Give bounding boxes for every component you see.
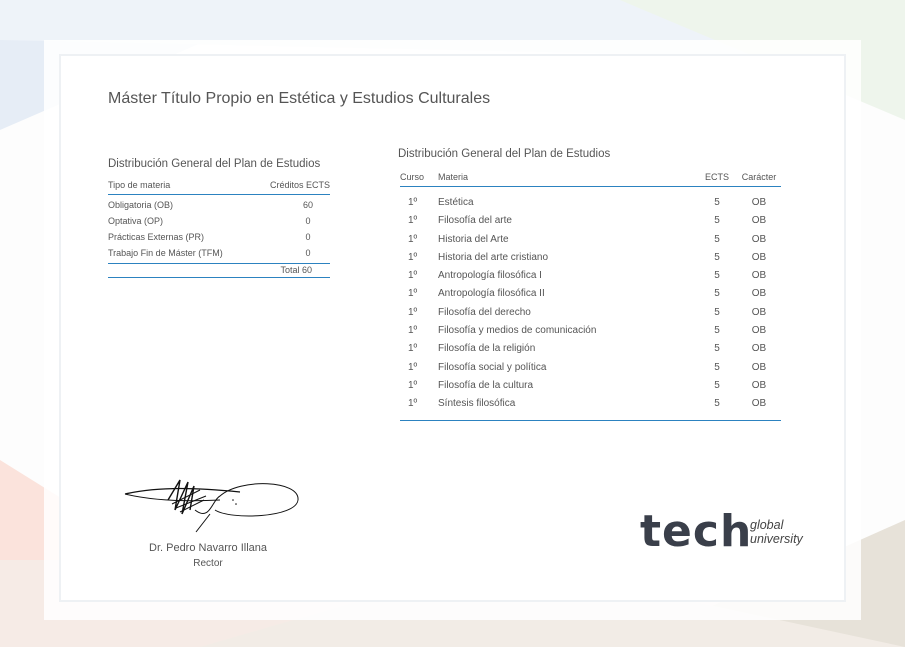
table-row: 1º Antropología filosófica I 5 OB xyxy=(400,267,781,285)
table-row: 1º Historia del arte cristiano 5 OB xyxy=(400,249,781,267)
row-character: OB xyxy=(751,251,767,263)
row-ects: 5 xyxy=(714,398,720,410)
row-ects: 5 xyxy=(714,197,720,208)
table-row: Obligatoria (OB) 60 xyxy=(108,197,330,213)
row-course: 1º xyxy=(408,233,418,245)
row-course: 1º xyxy=(408,325,418,337)
signatory-role: Rector xyxy=(193,558,223,569)
table-row: 1º Síntesis filosófica 5 OB xyxy=(400,395,781,413)
row-character: OB xyxy=(751,325,767,337)
header-subject: Materia xyxy=(438,172,469,182)
row-ects: 5 xyxy=(714,361,720,373)
summary-total-label: Total 60 xyxy=(280,265,312,275)
row-course: 1º xyxy=(408,306,418,318)
table-row: 1º Filosofía del derecho 5 OB xyxy=(400,304,781,322)
summary-table: Tipo de materia Créditos ECTS Obligatori… xyxy=(108,180,330,278)
row-subject: Antropología filosófica II xyxy=(438,288,545,300)
table-row: 1º Filosofía de la cultura 5 OB xyxy=(400,377,781,395)
row-subject: Filosofía del derecho xyxy=(438,306,531,318)
logo-subtitle: global university xyxy=(750,518,803,546)
row-course: 1º xyxy=(408,343,418,355)
table-row: Optativa (OP) 0 xyxy=(108,213,330,229)
summary-title: Distribución General del Plan de Estudio… xyxy=(108,158,321,170)
row-course: 1º xyxy=(408,379,418,391)
row-character: OB xyxy=(751,288,767,300)
row-character: OB xyxy=(751,379,767,391)
summary-header-type: Tipo de materia xyxy=(108,180,171,190)
row-subject: Filosofía y medios de comunicación xyxy=(438,325,597,337)
row-label: Prácticas Externas (PR) xyxy=(108,232,205,242)
row-ects: 5 xyxy=(714,379,720,391)
summary-header-credits: Créditos ECTS xyxy=(269,180,330,190)
row-subject: Síntesis filosófica xyxy=(438,398,516,410)
logo-line1: global xyxy=(750,518,784,532)
row-ects: 5 xyxy=(714,343,720,355)
row-subject: Historia del arte cristiano xyxy=(438,251,549,263)
certificate-title: Máster Título Propio en Estética y Estud… xyxy=(108,90,491,107)
row-value: 0 xyxy=(305,216,311,226)
row-course: 1º xyxy=(408,288,418,300)
table-row: 1º Antropología filosófica II 5 OB xyxy=(400,285,781,303)
row-course: 1º xyxy=(408,251,418,263)
logo-line2: university xyxy=(750,532,803,546)
row-value: 60 xyxy=(302,200,313,210)
detail-title: Distribución General del Plan de Estudio… xyxy=(398,148,611,160)
row-course: 1º xyxy=(408,215,418,227)
header-course: Curso xyxy=(400,172,425,182)
table-row: 1º Estética 5 OB xyxy=(400,194,781,212)
summary-header: Tipo de materia Créditos ECTS xyxy=(108,180,330,195)
row-ects: 5 xyxy=(714,251,720,263)
row-ects: 5 xyxy=(714,325,720,337)
table-row: 1º Filosofía social y política 5 OB xyxy=(400,359,781,377)
row-subject: Filosofía de la cultura xyxy=(438,379,534,391)
row-value: 0 xyxy=(305,232,311,242)
summary-total: Total 60 xyxy=(108,263,330,278)
row-character: OB xyxy=(751,197,767,208)
row-subject: Filosofía social y política xyxy=(438,361,547,373)
table-row: 1º Historia del Arte 5 OB xyxy=(400,231,781,249)
detail-header: Curso Materia ECTS Carácter xyxy=(400,170,781,187)
row-ects: 5 xyxy=(714,270,720,282)
row-label: Obligatoria (OB) xyxy=(108,200,174,210)
header-character: Carácter xyxy=(741,172,777,182)
logo-brand: tech xyxy=(640,506,753,557)
table-row: 1º Filosofía del arte 5 OB xyxy=(400,212,781,230)
row-ects: 5 xyxy=(714,306,720,318)
row-character: OB xyxy=(751,233,767,245)
row-label: Optativa (OP) xyxy=(108,216,164,226)
row-character: OB xyxy=(751,361,767,373)
row-course: 1º xyxy=(408,361,418,373)
row-character: OB xyxy=(751,306,767,318)
row-character: OB xyxy=(751,343,767,355)
row-character: OB xyxy=(751,398,767,410)
row-subject: Filosofía de la religión xyxy=(438,343,536,355)
header-ects: ECTS xyxy=(704,172,729,182)
row-character: OB xyxy=(751,270,767,282)
row-ects: 5 xyxy=(714,215,720,227)
row-ects: 5 xyxy=(714,233,720,245)
row-ects: 5 xyxy=(714,288,720,300)
row-subject: Filosofía del arte xyxy=(438,215,512,227)
row-label: Trabajo Fin de Máster (TFM) xyxy=(108,248,223,258)
table-row: 1º Filosofía y medios de comunicación 5 OB xyxy=(400,322,781,340)
row-subject: Antropología filosófica I xyxy=(438,270,542,282)
table-row: 1º Filosofía de la religión 5 OB xyxy=(400,340,781,358)
row-character: OB xyxy=(751,215,767,227)
row-course: 1º xyxy=(408,398,418,410)
row-value: 0 xyxy=(305,248,311,258)
table-row: Trabajo Fin de Máster (TFM) 0 xyxy=(108,245,330,261)
signature-image xyxy=(124,479,299,533)
detail-table: Curso Materia ECTS Carácter 1º Estética 5 O… xyxy=(400,170,781,421)
row-subject: Historia del Arte xyxy=(438,233,509,245)
table-row: Prácticas Externas (PR) 0 xyxy=(108,229,330,245)
row-course: 1º xyxy=(408,197,418,208)
row-subject: Estética xyxy=(438,197,474,208)
detail-rows: 1º Estética 5 OB 1º Filosofía del arte 5 OB 1º Hi… xyxy=(400,187,781,421)
row-course: 1º xyxy=(408,270,418,282)
signatory-name: Dr. Pedro Navarro Illana xyxy=(149,542,267,554)
